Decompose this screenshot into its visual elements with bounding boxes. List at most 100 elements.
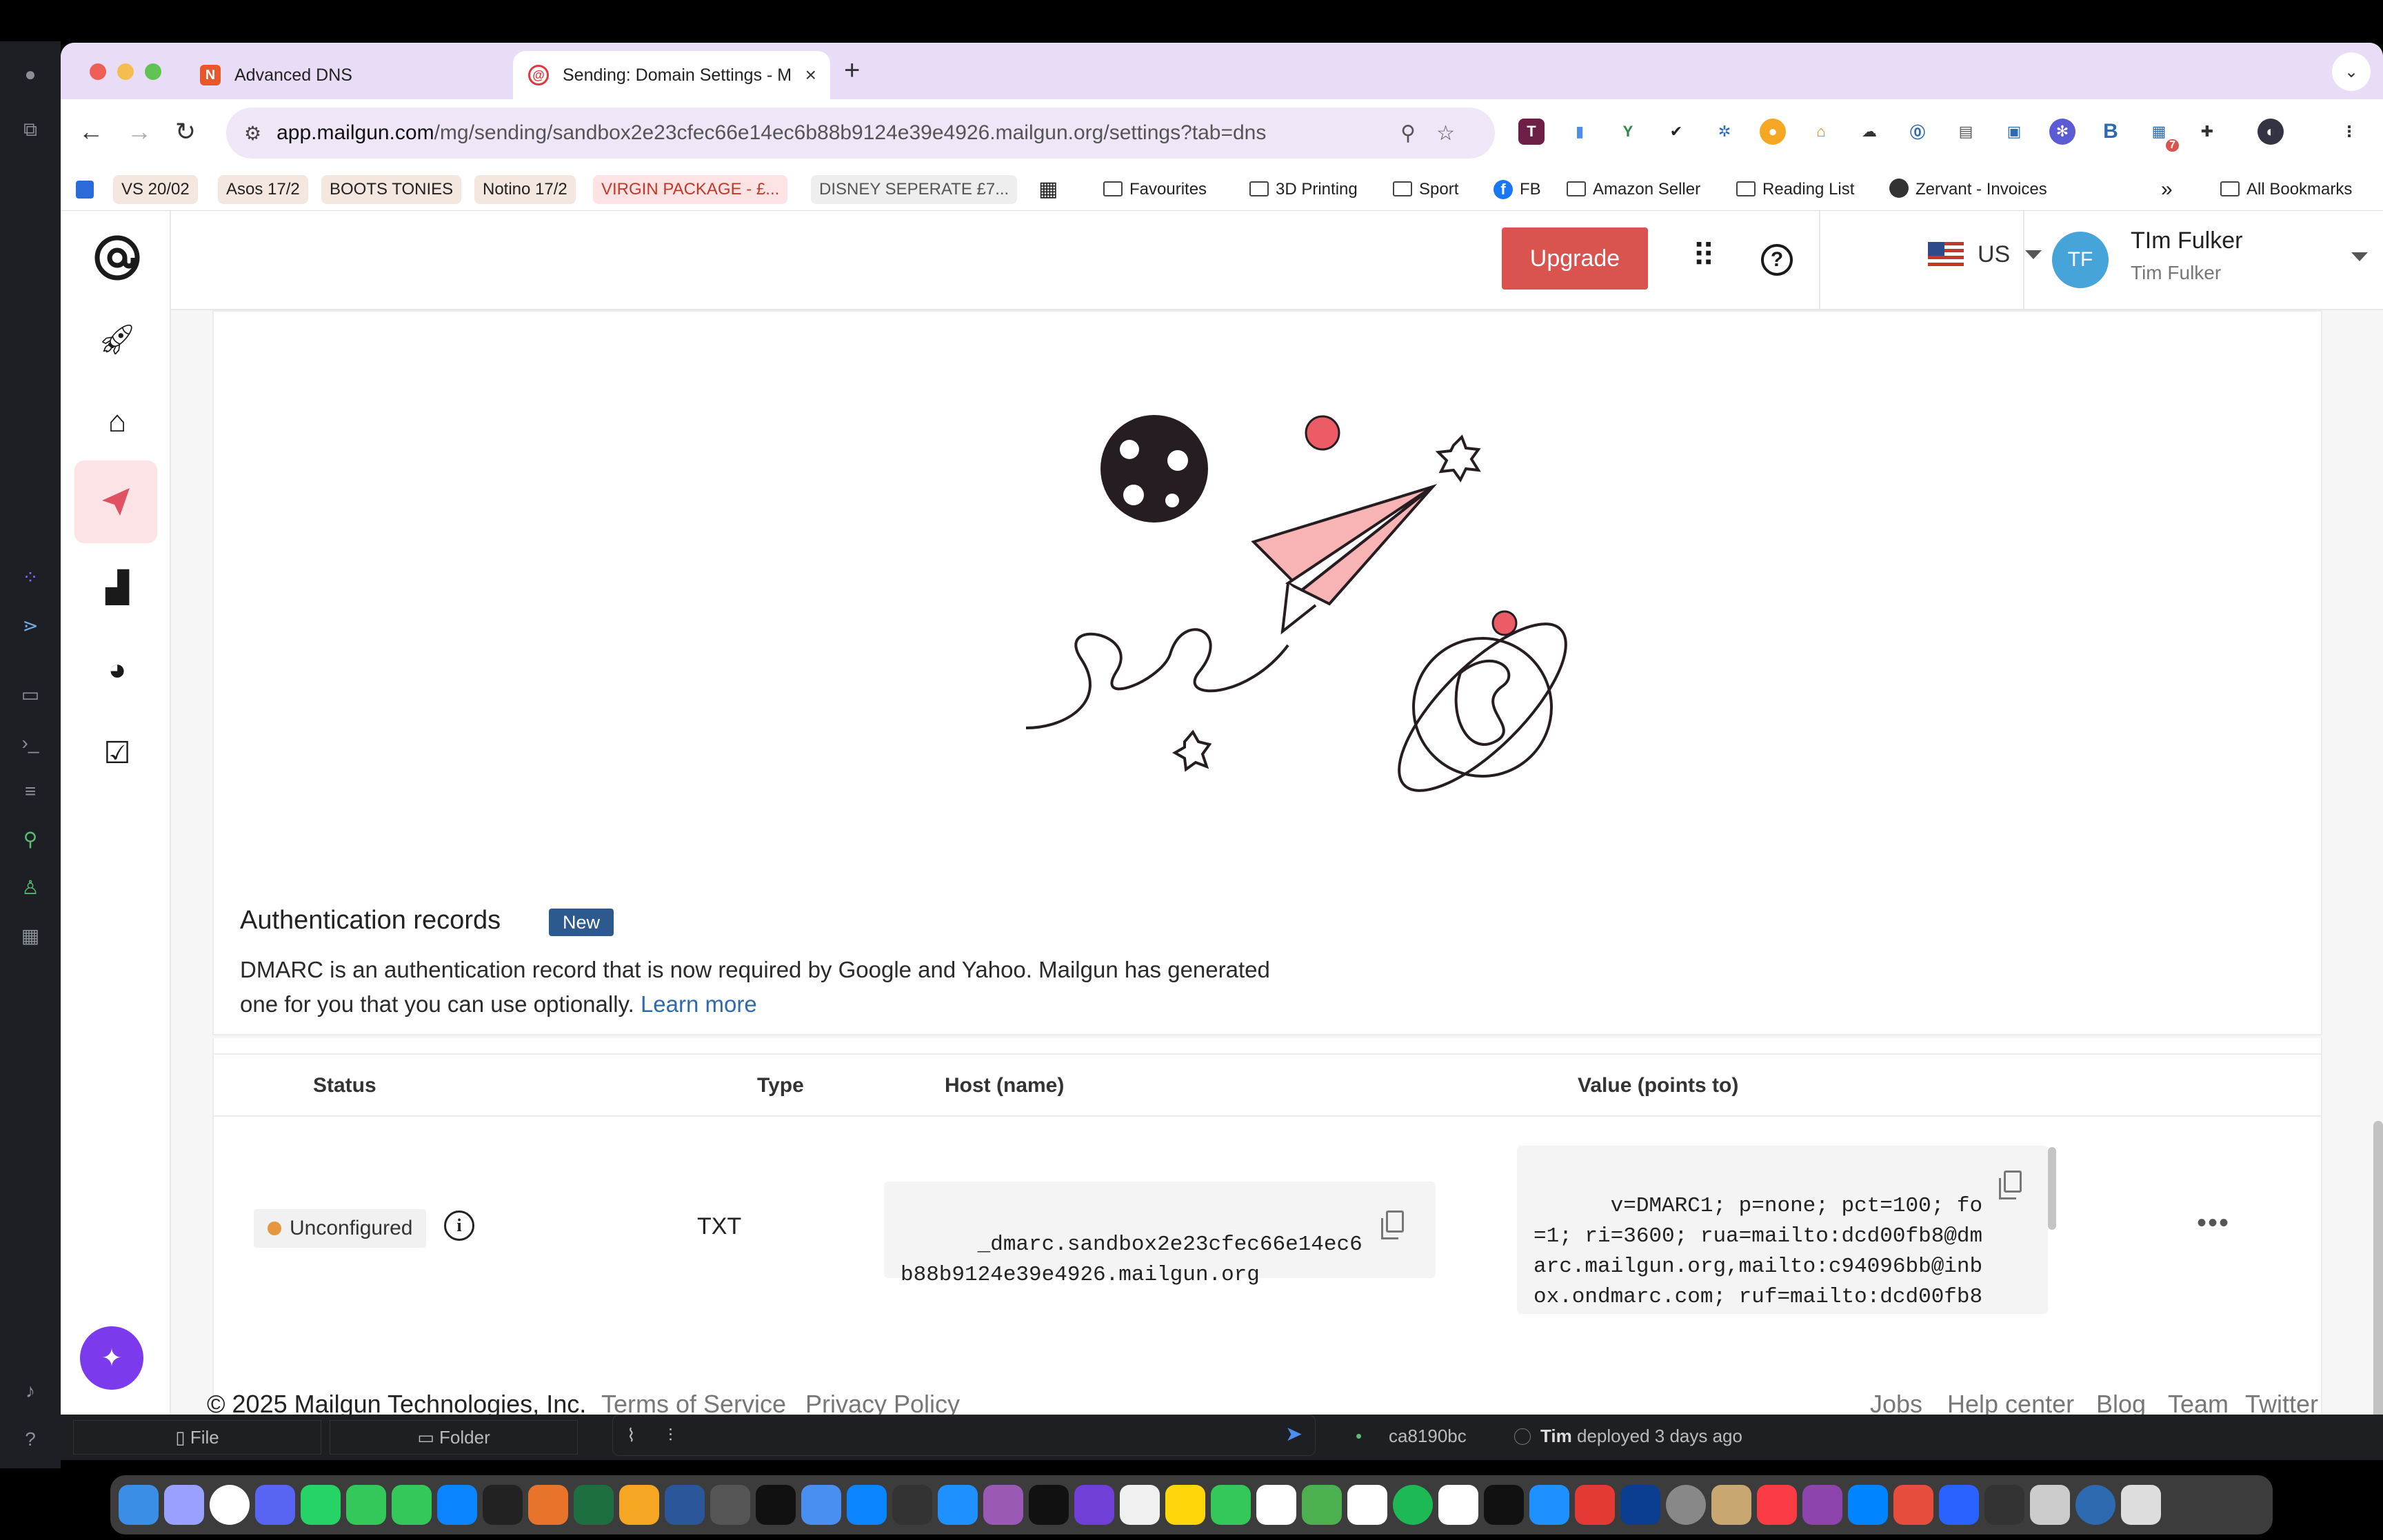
new-tab-icon[interactable]: + [844, 55, 860, 86]
user-check-icon[interactable]: ♙ [18, 875, 43, 900]
terms-link[interactable]: Terms of Service [601, 1390, 786, 1415]
final-cut-icon[interactable] [892, 1485, 932, 1525]
folder-blue-extension-icon[interactable]: ▣ [2001, 119, 2027, 145]
dashboard-icon[interactable]: ▟ [92, 563, 142, 612]
learn-more-link[interactable]: Learn more [641, 991, 757, 1017]
disk-utility-icon[interactable] [710, 1485, 750, 1525]
user-name[interactable]: TIm Fulker [2131, 227, 2242, 254]
back-icon[interactable]: ← [79, 117, 103, 146]
site-settings-icon[interactable]: ⚙ [244, 122, 261, 145]
photos-icon[interactable] [1120, 1485, 1160, 1525]
upgrade-button[interactable]: Upgrade [1502, 227, 1648, 290]
notes-icon[interactable] [1165, 1485, 1205, 1525]
preview-icon[interactable] [2030, 1485, 2070, 1525]
mailgun-logo-icon[interactable] [92, 233, 142, 283]
messenger-icon[interactable] [1848, 1485, 1888, 1525]
password-extension-icon[interactable]: ⓪ [1904, 119, 1931, 145]
monitor-icon[interactable]: ▭ [18, 682, 43, 707]
profile-avatar-icon[interactable]: ◐ [2258, 119, 2284, 145]
blog-link[interactable]: Blog [2096, 1390, 2146, 1415]
forward-icon[interactable]: → [127, 117, 152, 146]
help-center-link[interactable]: Help center [1947, 1390, 2074, 1415]
cloud-extension-icon[interactable]: ☁ [1856, 119, 1882, 145]
reminders-icon[interactable] [1438, 1485, 1478, 1525]
chat-input[interactable]: ⌇ ⫶ ➤ [612, 1415, 1316, 1456]
figma-icon[interactable] [1984, 1485, 2024, 1525]
apps-icon[interactable]: ▦ [18, 924, 43, 949]
gear-extension-icon[interactable]: ✻ [2049, 119, 2075, 145]
folder-button[interactable]: ▭ Folder [330, 1420, 578, 1455]
tab-search-icon[interactable]: ⌄ [2332, 52, 2371, 91]
bold-extension-icon[interactable]: B [2098, 119, 2124, 145]
value-scrollbar[interactable] [2048, 1147, 2056, 1230]
testflight-icon[interactable] [437, 1485, 477, 1525]
plant-extension-icon[interactable]: Y [1615, 119, 1641, 145]
team-link[interactable]: Team [2168, 1390, 2229, 1415]
star-icon[interactable]: ☆ [1436, 122, 1476, 145]
copy-value-icon[interactable] [1999, 1171, 2022, 1199]
browser-menu-icon[interactable]: ⋮ [2336, 119, 2362, 145]
grid-extension-icon[interactable]: ▦ 7 [2146, 119, 2179, 152]
bookmark-item[interactable]: BOOTS TONIES [321, 175, 462, 204]
bookmark-folder[interactable]: Favourites [1095, 175, 1215, 204]
flow-icon[interactable]: ⋗ [18, 614, 43, 638]
help-icon[interactable]: ? [18, 1427, 43, 1452]
puzzle-extension-icon[interactable]: ✚ [2194, 119, 2220, 145]
more-bookmarks-icon[interactable]: » [2153, 175, 2181, 204]
tab-advanced-dns[interactable]: N Advanced DNS × [185, 51, 564, 99]
analytics-extension-icon[interactable]: ▮ [1567, 119, 1593, 145]
excel-icon[interactable] [574, 1485, 614, 1525]
page-scrollbar[interactable] [2373, 1121, 2383, 1415]
discord-icon[interactable] [255, 1485, 295, 1525]
messages-icon[interactable] [392, 1485, 432, 1525]
jobs-link[interactable]: Jobs [1870, 1390, 1922, 1415]
system-settings-icon[interactable] [1666, 1485, 1706, 1525]
address-bar[interactable]: ⚙ app.mailgun.com/mg/sending/sandbox2e23… [226, 108, 1495, 159]
tab-domain-settings[interactable]: @ Sending: Domain Settings - M × [513, 51, 830, 99]
explorer-icon[interactable]: ⧉ [18, 117, 43, 142]
finder-icon[interactable] [119, 1485, 159, 1525]
bookmark-item[interactable]: DISNEY SEPERATE £7... [811, 175, 1018, 204]
freeform-icon[interactable] [1256, 1485, 1296, 1525]
numbers-icon[interactable] [346, 1485, 386, 1525]
apps-grid-icon[interactable]: ⠿ [1692, 237, 1716, 274]
bookmark-folder[interactable]: Reading List [1728, 175, 1862, 204]
region-selector[interactable]: US [1928, 241, 2042, 268]
xcode-icon[interactable] [1529, 1485, 1569, 1525]
file-button[interactable]: ▯ File [73, 1420, 321, 1455]
all-bookmarks[interactable]: All Bookmarks [2212, 175, 2360, 204]
app-store-icon[interactable] [847, 1485, 887, 1525]
chatgpt-icon[interactable] [483, 1485, 523, 1525]
twitter-link[interactable]: Twitter [2245, 1390, 2318, 1415]
network-icon[interactable]: ⚲ [18, 827, 43, 852]
bookmark-item[interactable]: VS 20/02 [113, 175, 198, 204]
trash-icon[interactable] [2121, 1485, 2161, 1525]
pages-icon[interactable] [619, 1485, 659, 1525]
whatsapp-icon[interactable] [301, 1485, 341, 1525]
close-window-button[interactable] [90, 63, 106, 80]
books-icon[interactable] [1711, 1485, 1751, 1525]
circle-extension-icon[interactable]: ● [1760, 119, 1786, 145]
settings-sliders-icon[interactable]: ⫶ [668, 1425, 673, 1447]
copy-host-icon[interactable] [1381, 1210, 1404, 1239]
bookmark-item[interactable]: Zervant - Invoices [1881, 175, 2055, 204]
grid-dots-icon[interactable]: ⁘ [18, 565, 43, 590]
database-icon[interactable]: ≡ [18, 779, 43, 804]
attach-icon[interactable]: ⌇ [627, 1425, 636, 1446]
chrome-icon[interactable] [210, 1485, 250, 1525]
rocket-icon[interactable]: 🚀︎ [92, 314, 142, 364]
send-icon[interactable]: ➤ [1285, 1422, 1303, 1446]
music-icon[interactable] [1757, 1485, 1797, 1525]
close-tab-icon[interactable]: × [805, 64, 816, 86]
claude-icon[interactable] [528, 1485, 568, 1525]
zoom-window-button[interactable] [145, 63, 161, 80]
check-extension-icon[interactable]: ✔ [1663, 119, 1689, 145]
word-icon[interactable] [665, 1485, 705, 1525]
ai-assistant-button[interactable]: ✦ [80, 1326, 143, 1390]
bell-icon[interactable]: ♪ [18, 1379, 43, 1404]
help-icon[interactable]: ? [1761, 244, 1793, 276]
checklist-icon[interactable]: ☑ [92, 728, 142, 778]
bookmark-item[interactable]: f FB [1485, 175, 1549, 204]
mail-icon[interactable] [801, 1485, 841, 1525]
home-extension-icon[interactable]: ⌂ [1808, 119, 1834, 145]
